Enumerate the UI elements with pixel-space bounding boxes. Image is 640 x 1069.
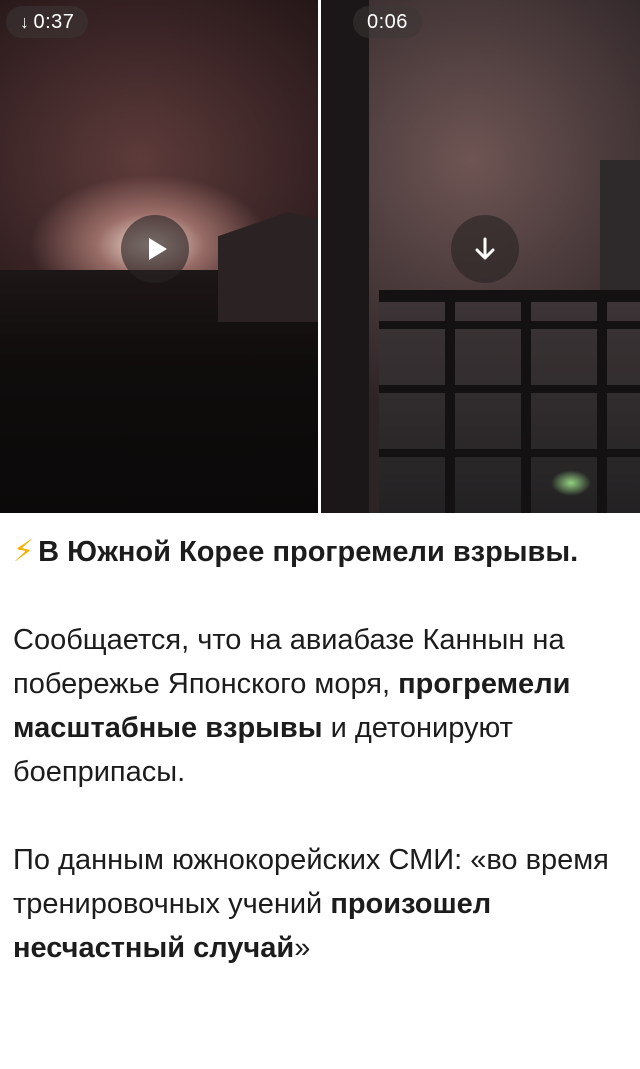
video-scene-frame [321,0,369,513]
download-arrow-icon: ↓ [20,12,30,32]
media-album: ↓ 0:37 0:06 [0,0,640,513]
video-thumbnail-2[interactable]: 0:06 [321,0,640,513]
video-scene-window [379,290,640,513]
video-scene-light [551,470,591,496]
video-duration-2: 0:06 [367,11,408,33]
paragraph-2-text-b: » [294,932,311,964]
paragraph-2-text-a: По данным южнокорейских СМИ: «во время т… [13,844,609,920]
play-icon [149,238,167,260]
video-thumbnail-1[interactable]: ↓ 0:37 [0,0,318,513]
video-duration-1: 0:37 [33,11,75,33]
download-button[interactable] [451,215,519,283]
post-headline-paragraph: ⚡ В Южной Корее прогремели взрывы. [13,530,628,574]
play-button[interactable] [121,215,189,283]
lightning-bolt-icon: ⚡ [13,535,35,568]
post-headline: В Южной Корее прогремели взрывы. [38,536,579,568]
post-paragraph-2: По данным южнокорейских СМИ: «во время т… [13,838,628,970]
download-arrow-icon [475,237,495,260]
post-paragraph-1: Сообщается, что на авиабазе Каннын на по… [13,618,628,794]
video-scene-house [218,212,318,322]
post-text: ⚡ В Южной Корее прогремели взрывы. Сообща… [13,530,628,970]
video-duration-badge-1: ↓ 0:37 [6,6,89,38]
video-duration-badge-2: 0:06 [353,6,422,38]
